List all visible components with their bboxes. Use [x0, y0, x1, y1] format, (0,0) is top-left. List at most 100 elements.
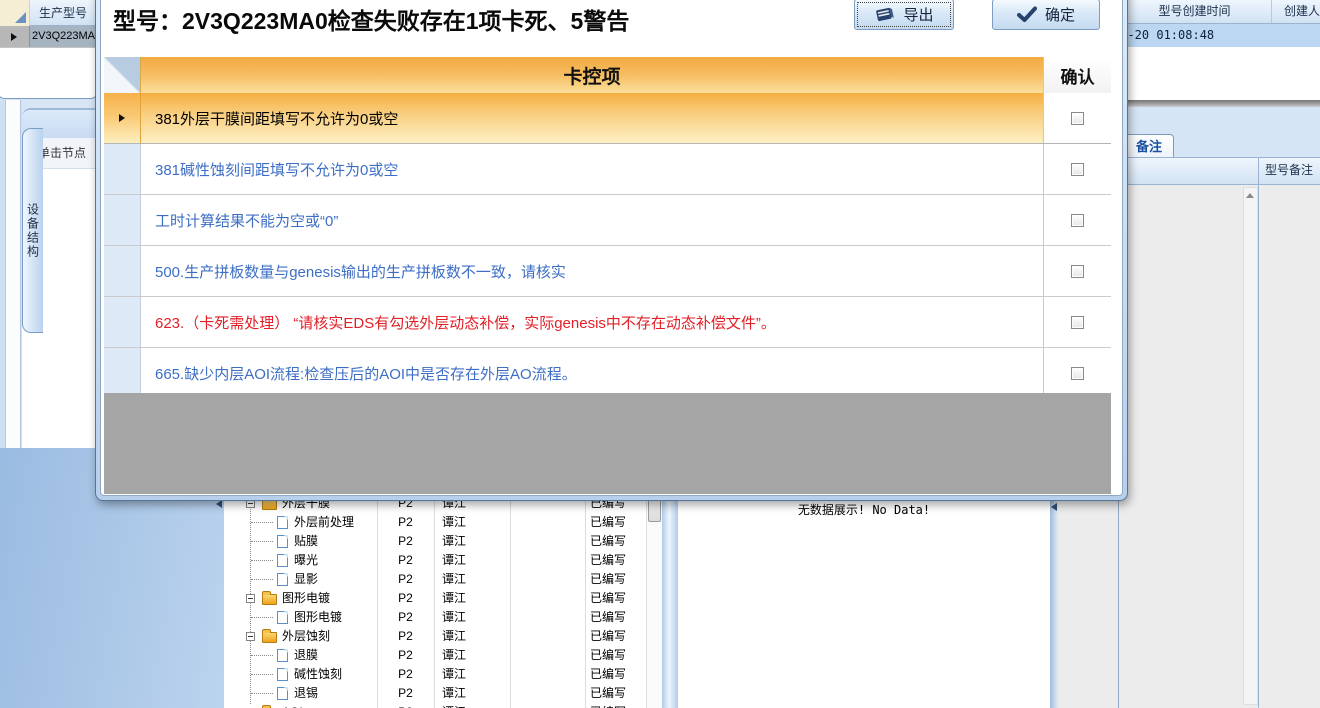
dialog-content: 型号：2V3Q223MA0检查失败存在1项卡死、5警告 导出 确定 卡控项 确认… — [100, 0, 1123, 496]
check-table-row[interactable]: 381碱性蚀刻间距填写不允许为0或空 — [104, 144, 1111, 195]
tree-node-label[interactable]: 曝光 — [294, 551, 318, 570]
process-tree-row[interactable]: 贴膜 P2 谭江 已编写 — [224, 532, 662, 551]
process-tree-row[interactable]: 曝光 P2 谭江 已编写 — [224, 551, 662, 570]
process-tree-row[interactable]: 图形电镀 P2 谭江 已编写 — [224, 608, 662, 627]
status-cell: 已编写 — [590, 629, 627, 643]
export-button[interactable]: 导出 — [854, 0, 954, 30]
item-column-header[interactable]: 卡控项 — [141, 57, 1043, 93]
check-item-text[interactable]: 381外层干膜间距填写不允许为0或空 — [141, 93, 1043, 143]
notes-scrollbar[interactable] — [1243, 187, 1258, 705]
process-tree-row[interactable]: 图形电镀 P2 谭江 已编写 — [224, 589, 662, 608]
tree-node-label[interactable]: 外层蚀刻 — [282, 627, 330, 646]
tab-notes[interactable]: 备注 — [1124, 134, 1174, 157]
owner-cell: 谭江 — [442, 610, 467, 624]
check-item-text[interactable]: 623.（卡死需处理） “请核实EDS有勾选外层动态补偿，实际genesis中不… — [141, 297, 1043, 347]
check-item-text[interactable]: 381碱性蚀刻间距填写不允许为0或空 — [141, 144, 1043, 194]
row-marker-cell — [0, 26, 30, 47]
process-tree-row[interactable]: 退锡 P2 谭江 已编写 — [224, 684, 662, 703]
right-lower-fill — [1058, 494, 1118, 708]
status-cell: 已编写 — [590, 610, 627, 624]
confirm-checkbox[interactable] — [1071, 213, 1084, 227]
status-cell: 已编写 — [590, 515, 627, 529]
file-icon — [277, 516, 288, 529]
confirm-column-header[interactable]: 确认 — [1043, 57, 1111, 93]
tree-node-label[interactable]: 贴膜 — [294, 532, 318, 551]
file-icon — [277, 554, 288, 567]
process-tree-row[interactable]: 退膜 P2 谭江 已编写 — [224, 646, 662, 665]
check-item-text[interactable]: 工时计算结果不能为空或“0” — [141, 195, 1043, 245]
row-selector-cell[interactable] — [104, 195, 141, 245]
check-item-text[interactable]: 665.缺少内层AOI流程:检查压后的AOI中是否存在外层AO流程。 — [141, 348, 1043, 398]
process-tree-row[interactable]: 碱性蚀刻 P2 谭江 已编写 — [224, 665, 662, 684]
owner-cell: 谭江 — [442, 553, 467, 567]
confirm-checkbox[interactable] — [1071, 315, 1084, 329]
tree-node-label[interactable]: 碱性蚀刻 — [294, 665, 342, 684]
grid-corner-cell[interactable] — [0, 0, 30, 26]
row-selector-cell[interactable] — [104, 348, 141, 398]
process-tree-row[interactable]: 显影 P2 谭江 已编写 — [224, 570, 662, 589]
status-cell: 已编写 — [590, 534, 627, 548]
tree-node-label[interactable]: 显影 — [294, 570, 318, 589]
owner-cell: 谭江 — [442, 629, 467, 643]
process-tree-row[interactable]: AOI P2 谭江 已编写 — [224, 703, 662, 708]
tree-connector — [251, 541, 273, 542]
export-button-label: 导出 — [903, 7, 934, 24]
model-cell[interactable]: 2V3Q223MA — [30, 26, 96, 47]
model-row[interactable]: 2V3Q223MA — [0, 26, 96, 48]
created-time-column-header[interactable]: 型号创建时间 — [1118, 0, 1272, 23]
collapse-toggle-icon[interactable] — [246, 594, 255, 603]
confirm-checkbox[interactable] — [1071, 264, 1084, 278]
created-time-cell[interactable]: 06-20 01:08:48 — [1118, 24, 1320, 47]
status-cell: 已编写 — [590, 553, 627, 567]
tree-node-label[interactable]: 外层前处理 — [294, 513, 354, 532]
check-table-row[interactable]: 665.缺少内层AOI流程:检查压后的AOI中是否存在外层AO流程。 — [104, 348, 1111, 399]
owner-cell: 谭江 — [442, 667, 467, 681]
row-selector-cell[interactable] — [104, 297, 141, 347]
collapse-toggle-icon[interactable] — [246, 632, 255, 641]
tree-connector — [251, 579, 273, 580]
notes-grid-header: 型号备注 — [1119, 157, 1320, 185]
check-item-text[interactable]: 500.生产拼板数量与genesis输出的生产拼板数不一致，请核实 — [141, 246, 1043, 296]
tree-node-label[interactable]: 图形电镀 — [282, 589, 330, 608]
status-cell: 已编写 — [590, 591, 627, 605]
folder-icon — [262, 629, 277, 643]
book-icon — [876, 7, 895, 22]
process-tree-row[interactable]: 外层蚀刻 P2 谭江 已编写 — [224, 627, 662, 646]
creator-column-header[interactable]: 创建人 — [1272, 0, 1320, 23]
confirm-checkbox[interactable] — [1071, 366, 1084, 380]
owner-cell: 谭江 — [442, 534, 467, 548]
tree-scrollbar[interactable] — [646, 494, 662, 708]
splitter-collapse-right-icon[interactable] — [1051, 503, 1057, 511]
row-selector-cell[interactable] — [104, 144, 141, 194]
file-icon — [277, 687, 288, 700]
tree-node-label[interactable]: 退锡 — [294, 684, 318, 703]
splitter-collapse-left-icon[interactable] — [216, 500, 222, 508]
scroll-up-icon[interactable] — [1246, 193, 1254, 198]
stage-cell: P2 — [398, 534, 413, 548]
check-table-row[interactable]: 623.（卡死需处理） “请核实EDS有勾选外层动态补偿，实际genesis中不… — [104, 297, 1111, 348]
tab-device-structure[interactable]: 设备结构 — [22, 128, 43, 333]
tree-node-label[interactable]: 退膜 — [294, 646, 318, 665]
empty-grid-area — [104, 393, 1111, 494]
row-selector-cell[interactable] — [104, 246, 141, 296]
select-all-triangle-icon — [15, 12, 26, 23]
check-table-row[interactable]: 500.生产拼板数量与genesis输出的生产拼板数不一致，请核实 — [104, 246, 1111, 297]
tree-node-label[interactable]: AOI — [282, 703, 303, 708]
model-column-header[interactable]: 生产型号 — [30, 0, 96, 26]
row-selector-cell[interactable] — [104, 93, 141, 143]
model-notes-column-header[interactable]: 型号备注 — [1265, 158, 1313, 182]
confirm-cell — [1043, 348, 1111, 398]
confirm-checkbox[interactable] — [1071, 111, 1084, 125]
process-tree-row[interactable]: 外层前处理 P2 谭江 已编写 — [224, 513, 662, 532]
horizontal-splitter[interactable] — [1118, 100, 1320, 107]
check-table-row[interactable]: 工时计算结果不能为空或“0” — [104, 195, 1111, 246]
ok-button[interactable]: 确定 — [992, 0, 1100, 30]
check-table-row[interactable]: 381外层干膜间距填写不允许为0或空 — [104, 93, 1111, 144]
table-corner-cell[interactable] — [104, 57, 141, 93]
right-splitter-band[interactable] — [1050, 494, 1058, 708]
notes-panel: 备注 型号备注 — [1118, 107, 1320, 708]
tree-node-label[interactable]: 图形电镀 — [294, 608, 342, 627]
confirm-checkbox[interactable] — [1071, 162, 1084, 176]
vertical-splitter[interactable] — [662, 494, 678, 708]
process-tree-body: 外层干膜 P2 谭江 已编写 外层前处理 P2 谭江 已编写 贴膜 P2 谭江 … — [224, 494, 662, 708]
